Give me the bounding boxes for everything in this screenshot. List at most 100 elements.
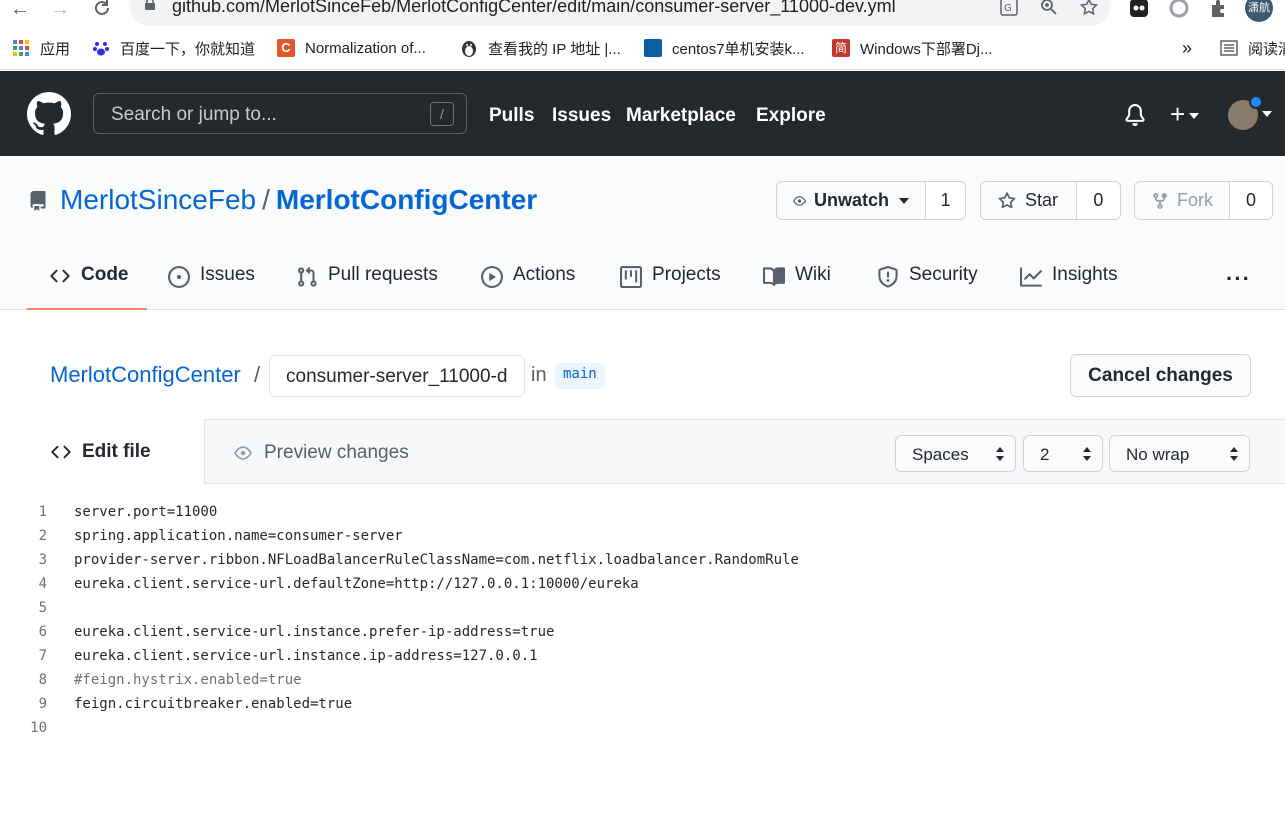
- bookmark-label: centos7单机安装k...: [672, 40, 805, 58]
- star-button-group: Star 0: [980, 181, 1121, 220]
- tab-issues[interactable]: Issues: [168, 264, 255, 310]
- star-count[interactable]: 0: [1076, 182, 1120, 219]
- bookmark-apps[interactable]: 应用: [12, 38, 70, 58]
- line-content[interactable]: eureka.client.service-url.defaultZone=ht…: [74, 572, 639, 596]
- filename-input[interactable]: consumer-server_11000-d: [269, 355, 525, 397]
- bell-icon[interactable]: [1124, 104, 1146, 126]
- reload-icon[interactable]: [92, 0, 112, 18]
- fork-button[interactable]: Fork: [1135, 182, 1230, 219]
- code-line: 9 feign.circuitbreaker.enabled=true: [0, 692, 1285, 716]
- line-content[interactable]: provider-server.ribbon.NFLoadBalancerRul…: [74, 548, 799, 572]
- project-icon: [620, 266, 642, 288]
- line-number: 2: [38, 528, 47, 544]
- line-content[interactable]: spring.application.name=consumer-server: [74, 524, 403, 548]
- reading-list-button[interactable]: 阅读清: [1220, 38, 1285, 58]
- issue-opened-icon: [168, 266, 190, 288]
- tab-pull-requests-label: Pull requests: [328, 264, 438, 285]
- tab-preview-changes[interactable]: Preview changes: [232, 442, 409, 464]
- address-bar[interactable]: github.com/MerlotSinceFeb/MerlotConfigCe…: [130, 0, 1110, 26]
- indent-size-select[interactable]: 2: [1023, 435, 1103, 472]
- bookmark-baidu[interactable]: 百度一下，你就知道: [92, 38, 255, 58]
- bookmark-centos[interactable]: centos7单机安装k...: [644, 38, 805, 58]
- translate-icon[interactable]: G: [1000, 0, 1018, 16]
- line-content[interactable]: feign.circuitbreaker.enabled=true: [74, 692, 352, 716]
- tab-actions-label: Actions: [513, 264, 576, 285]
- github-logo-icon[interactable]: [27, 92, 71, 136]
- play-circle-icon: [481, 266, 503, 288]
- search-placeholder: Search or jump to...: [111, 104, 277, 125]
- tab-security[interactable]: Security: [877, 264, 978, 310]
- shield-icon: [878, 266, 898, 288]
- graph-icon: [1020, 267, 1042, 287]
- back-icon[interactable]: ←: [10, 0, 30, 19]
- tab-projects-label: Projects: [652, 264, 721, 285]
- repo-name-link[interactable]: MerlotConfigCenter: [276, 184, 537, 215]
- tab-edit-file[interactable]: Edit file: [0, 419, 205, 485]
- unwatch-label: Unwatch: [813, 190, 889, 210]
- browser-profile-avatar[interactable]: 潇航: [1245, 0, 1273, 22]
- nav-pulls[interactable]: Pulls: [489, 105, 534, 127]
- svg-text:G: G: [1004, 3, 1012, 14]
- watch-count[interactable]: 1: [926, 182, 965, 219]
- tab-code[interactable]: Code: [49, 264, 129, 310]
- tab-insights-label: Insights: [1052, 264, 1118, 285]
- line-number: 6: [38, 624, 47, 640]
- wrap-mode-select[interactable]: No wrap: [1109, 435, 1250, 472]
- search-input[interactable]: Search or jump to... /: [93, 93, 467, 134]
- repo-owner-link[interactable]: MerlotSinceFeb: [60, 184, 256, 215]
- tab-insights[interactable]: Insights: [1020, 264, 1117, 310]
- nav-marketplace[interactable]: Marketplace: [626, 105, 736, 127]
- eye-icon: [793, 195, 806, 206]
- code-line: 8 #feign.hystrix.enabled=true: [0, 668, 1285, 692]
- nav-explore[interactable]: Explore: [756, 105, 826, 127]
- more-menu-button[interactable]: ···: [1226, 266, 1251, 292]
- tab-issues-label: Issues: [200, 264, 255, 285]
- tab-pull-requests[interactable]: Pull requests: [296, 264, 438, 310]
- browser-toolbar: ← → github.com/MerlotSinceFeb/MerlotConf…: [0, 0, 1285, 26]
- line-content[interactable]: eureka.client.service-url.instance.ip-ad…: [74, 644, 538, 668]
- tab-wiki[interactable]: Wiki: [763, 264, 831, 310]
- code-line: 3 provider-server.ribbon.NFLoadBalancerRu…: [0, 548, 1285, 572]
- apps-grid-icon: [13, 40, 29, 56]
- repo-title: MerlotSinceFeb / MerlotConfigCenter: [60, 184, 537, 216]
- unwatch-button[interactable]: Unwatch: [777, 182, 926, 219]
- in-label: in: [531, 364, 547, 386]
- line-content[interactable]: eureka.client.service-url.instance.prefe…: [74, 620, 554, 644]
- indent-mode-select[interactable]: Spaces: [895, 435, 1016, 472]
- breadcrumb-repo-link[interactable]: MerlotConfigCenter: [50, 362, 241, 388]
- fork-count[interactable]: 0: [1230, 182, 1272, 219]
- create-new-menu[interactable]: +: [1170, 101, 1200, 127]
- zoom-icon[interactable]: [1040, 0, 1058, 16]
- code-icon: [51, 445, 71, 459]
- puzzle-icon[interactable]: [1208, 0, 1230, 19]
- nav-issues[interactable]: Issues: [552, 105, 611, 127]
- bookmarks-overflow-button[interactable]: »: [1182, 38, 1192, 58]
- avatar-chevron-down-icon[interactable]: [1262, 111, 1272, 117]
- bookmarks-bar: 应用 百度一下，你就知道 C Normalization of... 查看我的 …: [0, 26, 1285, 70]
- tab-actions[interactable]: Actions: [481, 264, 575, 310]
- line-content[interactable]: #feign.hystrix.enabled=true: [74, 668, 302, 692]
- watch-button-group: Unwatch 1: [776, 181, 966, 220]
- wrap-mode-value: No wrap: [1126, 445, 1190, 464]
- bookmark-normalization[interactable]: C Normalization of...: [277, 38, 426, 58]
- url-text: github.com/MerlotSinceFeb/MerlotConfigCe…: [172, 0, 896, 16]
- extension-circle-icon[interactable]: [1168, 0, 1190, 19]
- csdn-icon: C: [277, 39, 295, 57]
- search-shortcut-key: /: [430, 102, 454, 126]
- forward-icon[interactable]: →: [50, 0, 70, 19]
- line-number: 10: [30, 720, 47, 736]
- reading-list-icon: [1220, 40, 1238, 56]
- code-line: 1 server.port=11000: [0, 500, 1285, 524]
- code-editor[interactable]: 1 server.port=11000 2 spring.application.n…: [0, 500, 1285, 740]
- star-bookmark-icon[interactable]: [1080, 0, 1098, 16]
- bookmark-ip[interactable]: 查看我的 IP 地址 |...: [460, 38, 621, 58]
- jianshu-icon: 简: [832, 39, 850, 57]
- star-button[interactable]: Star: [981, 182, 1077, 219]
- select-arrows-icon: [1083, 447, 1091, 461]
- cancel-changes-button[interactable]: Cancel changes: [1070, 354, 1251, 397]
- tab-projects[interactable]: Projects: [620, 264, 721, 310]
- line-content[interactable]: server.port=11000: [74, 500, 217, 524]
- extension-icon[interactable]: [1128, 0, 1150, 19]
- code-icon: [50, 269, 70, 283]
- bookmark-windows[interactable]: 简 Windows下部署Dj...: [832, 38, 993, 58]
